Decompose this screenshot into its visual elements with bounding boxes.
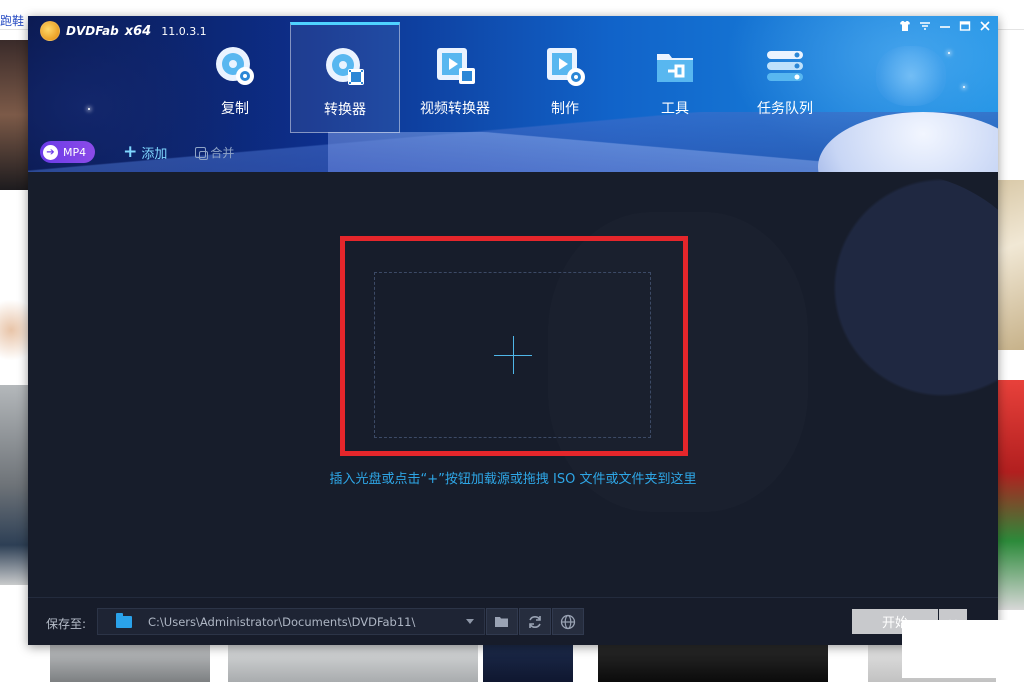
profile-label: MP4 <box>63 145 87 159</box>
brain-illustration <box>876 46 946 106</box>
star-decoration <box>963 86 965 88</box>
merge-icon <box>195 146 209 160</box>
background-image <box>0 290 28 370</box>
output-path-text: C:\Users\Administrator\Documents\DVDFab1… <box>148 614 416 629</box>
background-left-strip <box>0 30 28 682</box>
nav-label: 任务队列 <box>757 101 813 117</box>
background-text-fragment: 跑鞋 <box>0 14 25 28</box>
film-disc-icon <box>547 48 585 86</box>
logo-arch: x64 <box>124 23 152 39</box>
background-image <box>996 380 1024 610</box>
drop-area: 插入光盘或点击“+”按钮加载源或拖拽 ISO 文件或文件夹到这里 <box>28 172 998 597</box>
background-image <box>228 645 478 682</box>
menu-icon[interactable] <box>918 19 932 33</box>
logo-text: DVDFab <box>66 24 119 38</box>
nav-item-tools[interactable]: 工具 <box>620 22 730 133</box>
merge-button[interactable]: 合并 <box>195 144 234 161</box>
header-banner: DVDFab x64 11.0.3.1 复制 转换器 视频转换器 制作 工具 任… <box>28 16 998 222</box>
star-decoration <box>948 52 950 54</box>
refresh-icon <box>529 615 541 628</box>
nav-label: 复制 <box>221 101 249 117</box>
lion-logo-icon <box>40 21 60 41</box>
background-right-strip <box>996 30 1024 682</box>
background-bottom-strip <box>28 645 996 682</box>
nav-item-copy[interactable]: 复制 <box>180 22 290 133</box>
nav-label: 工具 <box>661 101 689 117</box>
browse-folder-button[interactable] <box>486 608 518 635</box>
refresh-button[interactable] <box>519 608 551 635</box>
background-image <box>0 385 28 585</box>
dvdfab-window: DVDFab x64 11.0.3.1 复制 转换器 视频转换器 制作 工具 任… <box>28 16 998 645</box>
close-icon[interactable] <box>978 19 992 33</box>
nav-item-creator[interactable]: 制作 <box>510 22 620 133</box>
nav-item-queue[interactable]: 任务队列 <box>730 22 840 133</box>
nav-item-ripper[interactable]: 转换器 <box>290 22 400 133</box>
merge-label: 合并 <box>210 145 235 160</box>
chevron-down-icon[interactable] <box>466 619 474 624</box>
background-image <box>50 645 210 682</box>
output-path-dropdown[interactable]: C:\Users\Administrator\Documents\DVDFab1… <box>97 608 485 635</box>
save-to-label: 保存至: <box>46 617 87 631</box>
nav-item-video-converter[interactable]: 视频转换器 <box>400 22 510 133</box>
folder-icon <box>116 612 132 628</box>
maximize-icon[interactable] <box>958 19 972 33</box>
background-image <box>483 645 573 682</box>
disc-copy-icon <box>216 47 254 85</box>
background-image <box>996 180 1024 350</box>
plus-icon: + <box>123 141 138 162</box>
main-nav: 复制 转换器 视频转换器 制作 工具 任务队列 <box>180 22 840 133</box>
star-decoration <box>88 108 90 110</box>
overlay-white-box <box>902 620 1020 678</box>
window-controls <box>898 19 992 33</box>
minimize-icon[interactable] <box>938 19 952 33</box>
profile-button[interactable]: ➔ MP4 <box>40 141 96 163</box>
background-image <box>598 645 828 682</box>
nav-label: 视频转换器 <box>420 101 490 117</box>
background-image <box>0 40 28 190</box>
film-play-icon <box>437 48 475 84</box>
arrow-right-icon: ➔ <box>43 144 58 160</box>
folder-tool-icon <box>657 54 693 82</box>
add-label: 添加 <box>141 146 168 162</box>
footer-bar: 保存至: C:\Users\Administrator\Documents\DV… <box>28 597 998 645</box>
skin-icon[interactable] <box>898 19 912 33</box>
open-folder-icon <box>495 617 508 627</box>
sub-toolbar: ➔ MP4 + 添加 合并 <box>40 141 234 163</box>
web-button[interactable] <box>552 608 584 635</box>
stack-icon <box>767 51 803 81</box>
disc-film-icon <box>326 48 364 85</box>
nav-label: 制作 <box>551 101 579 117</box>
nav-label: 转换器 <box>324 102 366 118</box>
drop-hint: 插入光盘或点击“+”按钮加载源或拖拽 ISO 文件或文件夹到这里 <box>329 472 697 487</box>
red-highlight-box <box>340 236 688 456</box>
globe-icon <box>560 614 576 629</box>
add-button[interactable]: + 添加 <box>123 143 167 162</box>
